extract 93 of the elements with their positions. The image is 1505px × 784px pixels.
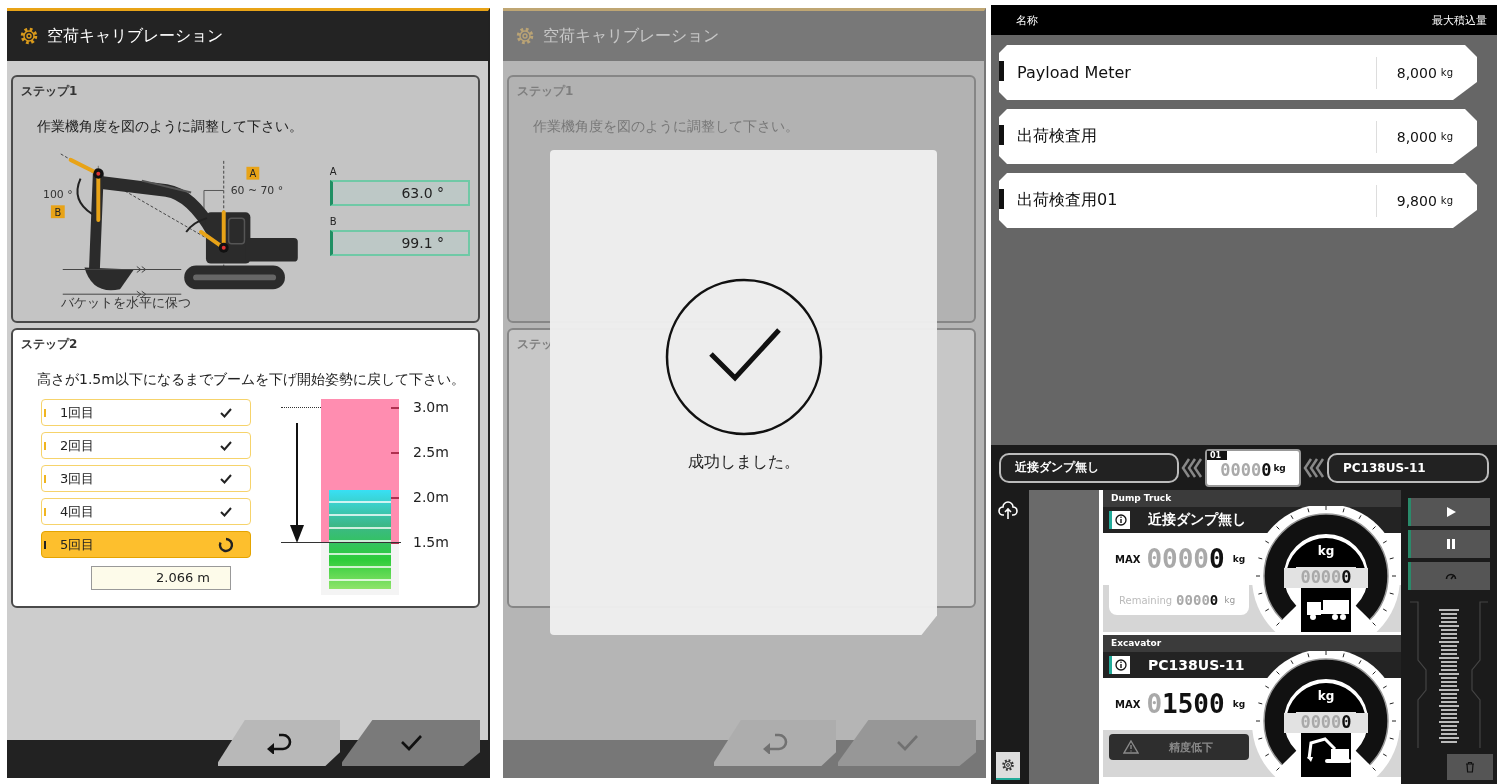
- unit-label: kg: [1232, 699, 1246, 709]
- confirm-button[interactable]: [342, 720, 480, 766]
- payload-list-item[interactable]: 出荷検査用01 9,800 kg: [999, 173, 1477, 228]
- height-reading-field: 2.066 m: [91, 566, 231, 590]
- pause-icon: [1444, 538, 1457, 550]
- spinner-icon: [218, 536, 234, 553]
- attempt-label: 3回目: [60, 469, 95, 488]
- bucket-note: バケットを水平に保つ: [60, 295, 191, 310]
- attempt-row[interactable]: 5回目: [41, 531, 251, 558]
- field-label: A: [329, 166, 338, 177]
- dump-truck-icon: [1307, 600, 1349, 620]
- angle-badge: A: [246, 166, 260, 180]
- success-message: 成功しました。: [687, 452, 800, 473]
- unit-label: kg: [1232, 554, 1246, 564]
- back-button[interactable]: [218, 720, 340, 766]
- height-tick-label: 2.5m: [413, 444, 449, 460]
- vehicle-name: PC138US-11: [1148, 657, 1245, 673]
- payload-list-item[interactable]: Payload Meter 8,000 kg: [999, 45, 1477, 100]
- gauge-unit-label: kg: [1316, 544, 1336, 558]
- attempt-row[interactable]: 2回目: [41, 432, 251, 459]
- attempt-label: 5回目: [60, 535, 95, 554]
- screen-title: 空荷キャリブレーション: [47, 25, 223, 47]
- screen-title: 空荷キャリブレーション: [543, 25, 719, 47]
- step-label: ステップ2: [21, 336, 79, 353]
- remaining-readout: 00000: [1176, 592, 1219, 608]
- step-label: ステップ1: [21, 83, 79, 100]
- max-load-readout: 01500: [1146, 689, 1225, 719]
- warning-icon: [1123, 740, 1139, 754]
- success-check-icon: [664, 278, 823, 436]
- dump-truck-name: 近接ダンプ無し: [1015, 459, 1099, 476]
- settings-icon: [515, 26, 535, 46]
- settings-button[interactable]: [996, 752, 1020, 780]
- edge-tab: [999, 125, 1004, 145]
- remaining-label: Remaining: [1119, 594, 1173, 606]
- vehicle-name: 近接ダンプ無し: [1148, 511, 1246, 529]
- attempt-label: 4回目: [60, 502, 95, 521]
- column-header: 名称: [1016, 12, 1038, 28]
- field-label: B: [329, 216, 338, 227]
- total-load-readout: 00000: [1220, 459, 1272, 480]
- max-load-value: 8,000: [1396, 64, 1437, 81]
- slot-number: 01: [1207, 450, 1228, 460]
- unit-label: kg: [1440, 195, 1453, 206]
- angle-range-label: 60 ~ 70 °: [230, 184, 284, 198]
- card-heading: Excavator: [1103, 635, 1401, 652]
- item-name: 出荷検査用01: [1017, 190, 1119, 211]
- height-tick-label: 1.5m: [413, 534, 449, 550]
- max-load-value: 8,000: [1396, 128, 1437, 145]
- card-heading: Dump Truck: [1103, 490, 1401, 507]
- item-name: Payload Meter: [1017, 63, 1132, 82]
- unit-label: kg: [1440, 67, 1453, 78]
- attempt-row[interactable]: 1回目: [41, 399, 251, 426]
- attempt-row[interactable]: 3回目: [41, 465, 251, 492]
- attempt-label: 2回目: [60, 436, 95, 455]
- info-icon: [1115, 514, 1127, 526]
- info-icon: [1115, 659, 1127, 671]
- height-tick-label: 3.0m: [413, 399, 449, 415]
- settings-icon: [1001, 758, 1015, 772]
- unit-label: kg: [1224, 595, 1236, 605]
- chevron-icon: [1181, 457, 1203, 478]
- item-name: 出荷検査用: [1017, 126, 1098, 147]
- angle-badge: B: [50, 205, 65, 219]
- unit-label: kg: [1273, 462, 1286, 473]
- settings-icon: [19, 26, 39, 46]
- max-label: MAX: [1115, 698, 1141, 710]
- edge-tab: [999, 189, 1004, 209]
- return-arrow-icon: [265, 732, 293, 754]
- unit-label: kg: [1440, 131, 1453, 142]
- trash-icon: [1464, 761, 1476, 773]
- angle-field: 99.1 °: [329, 230, 470, 256]
- angle-field: 63.0 °: [329, 180, 470, 206]
- attempt-row[interactable]: 4回目: [41, 498, 251, 525]
- max-load-value: 9,800: [1396, 192, 1437, 209]
- max-label: MAX: [1115, 553, 1141, 565]
- play-icon: [1444, 506, 1457, 518]
- column-header: 最大積込量: [1432, 12, 1487, 28]
- gauge-unit-label: kg: [1316, 689, 1336, 703]
- excavator-name: PC138US-11: [1343, 460, 1426, 475]
- instruction-text: 作業機角度を図のように調整して下さい。: [37, 118, 304, 136]
- instruction-text: 高さが1.5m以下になるまでブームを下げ開始姿勢に戻して下さい。: [37, 371, 466, 389]
- info-button[interactable]: [1109, 511, 1130, 529]
- excavator-icon: [1307, 737, 1351, 763]
- down-arrow-icon: [289, 423, 305, 543]
- pause-button[interactable]: [1408, 530, 1490, 558]
- chevron-icon: [1303, 457, 1325, 478]
- info-button[interactable]: [1109, 656, 1130, 674]
- attempt-label: 1回目: [60, 403, 95, 422]
- cloud-upload-icon[interactable]: [998, 500, 1018, 520]
- max-load-readout: 00000: [1146, 544, 1225, 574]
- edge-tab: [999, 61, 1004, 81]
- height-tick-label: 2.0m: [413, 489, 449, 505]
- return-arrow-icon: [761, 732, 789, 754]
- angle-label: 100 °: [43, 188, 73, 202]
- payload-list-item[interactable]: 出荷検査用 8,000 kg: [999, 109, 1477, 164]
